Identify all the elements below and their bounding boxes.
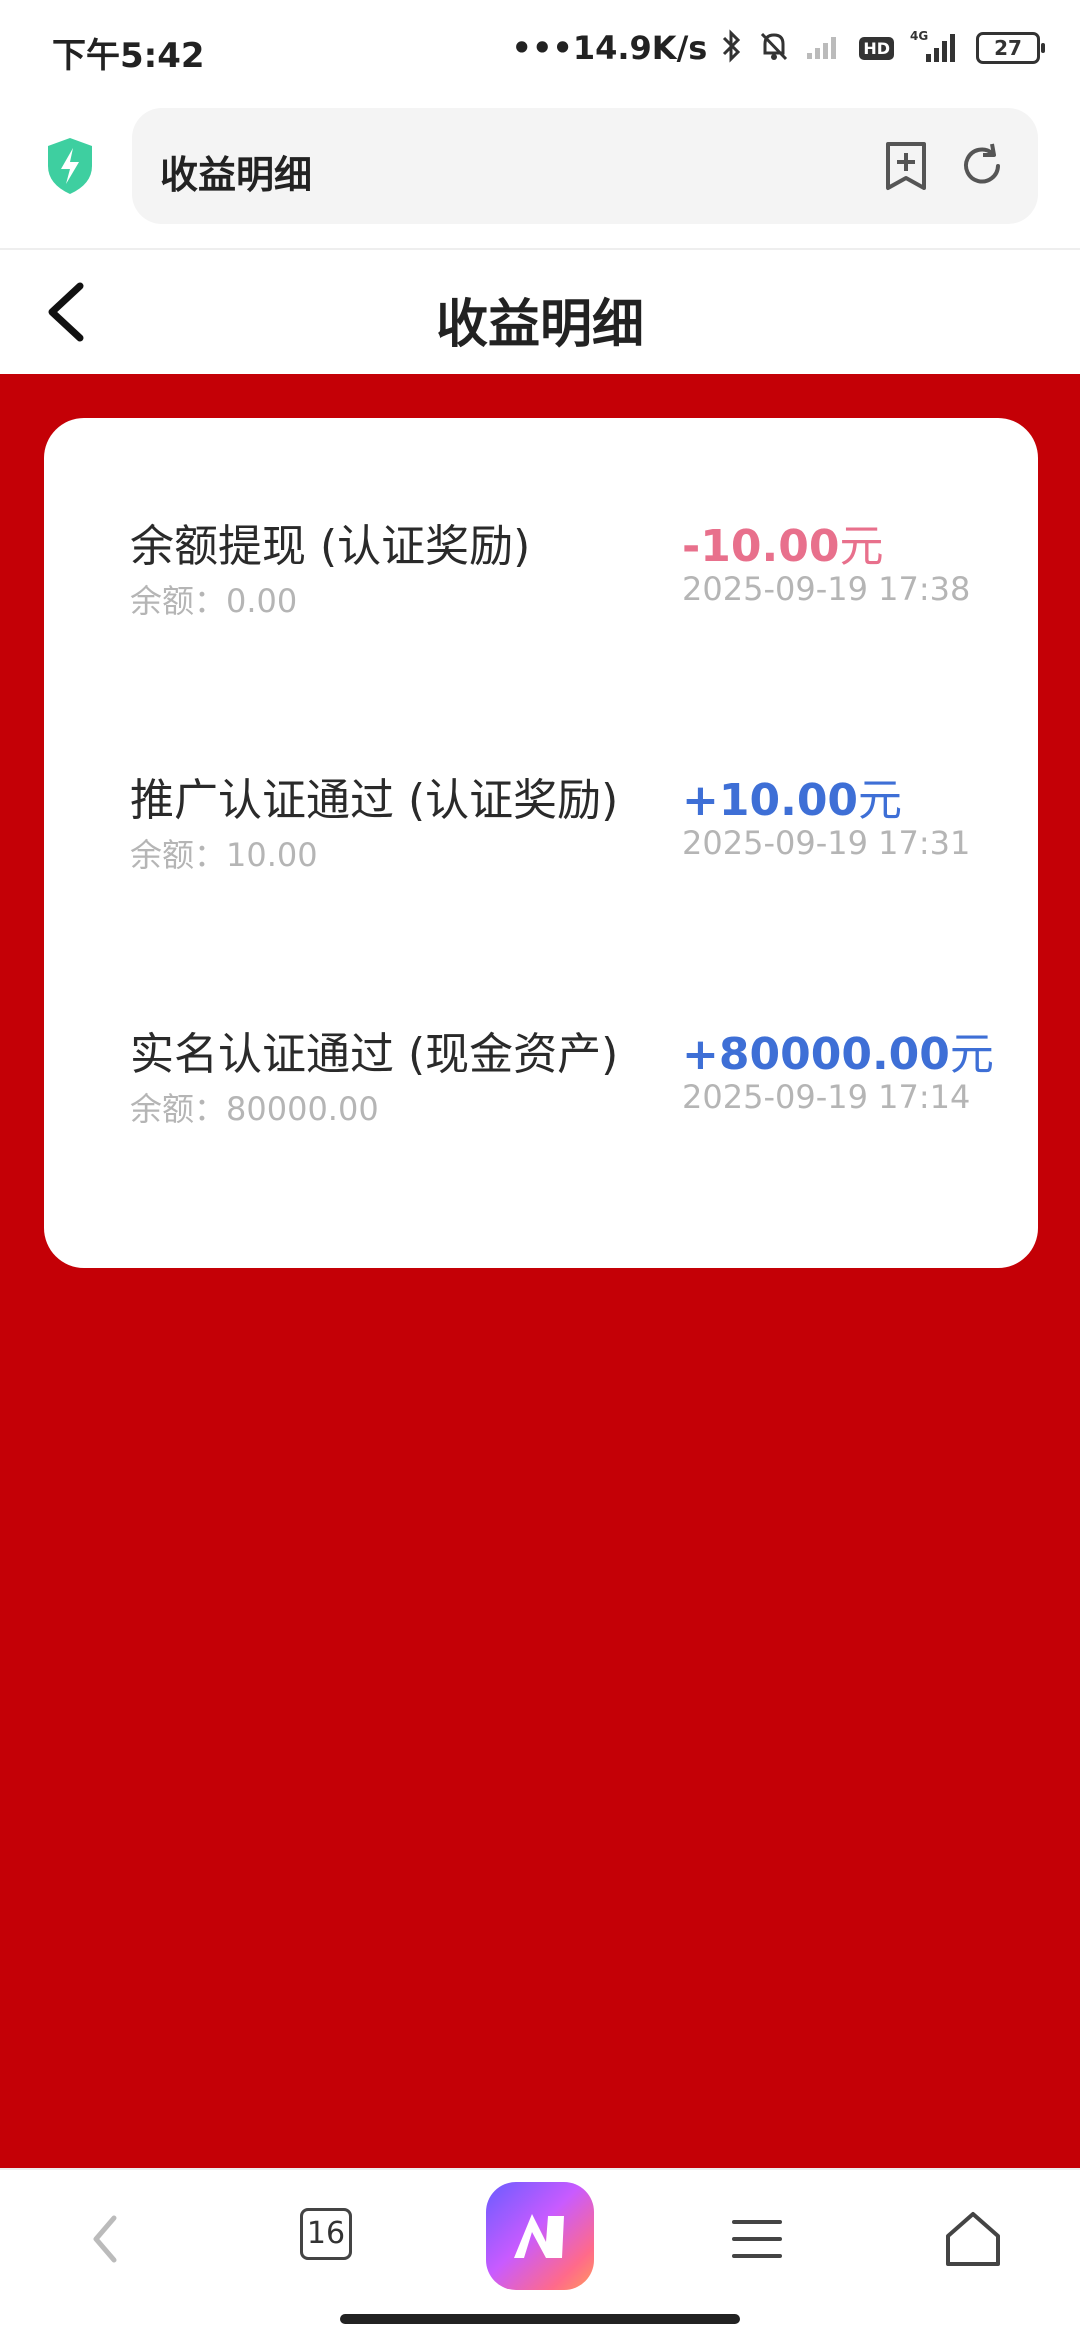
ai-assistant-icon[interactable] [486, 2182, 594, 2290]
amount-value: -10.00 [682, 521, 840, 572]
svg-text:4G: 4G [910, 29, 928, 43]
earnings-record[interactable]: 推广认证通过 (认证奖励) 余额：10.00 +10.00元 2025-09-1… [44, 764, 1038, 914]
record-balance: 余额：0.00 [130, 582, 298, 620]
network-speed: •••14.9K/s [511, 29, 708, 67]
browser-toolbar: 收益明细 [0, 100, 1080, 250]
earnings-record[interactable]: 余额提现 (认证奖励) 余额：0.00 -10.00元 2025-09-19 1… [44, 510, 1038, 660]
status-time: 下午5:42 [52, 36, 205, 76]
page-header: 收益明细 [0, 250, 1080, 374]
mute-bell-icon [757, 29, 791, 67]
bookmark-add-icon[interactable] [878, 138, 934, 194]
home-indicator[interactable] [340, 2314, 740, 2324]
record-title: 余额提现 (认证奖励) [130, 521, 531, 572]
address-bar[interactable]: 收益明细 [132, 108, 1038, 224]
record-time: 2025-09-19 17:31 [682, 824, 971, 862]
record-amount: -10.00元 [682, 510, 883, 574]
earnings-list-card: 余额提现 (认证奖励) 余额：0.00 -10.00元 2025-09-19 1… [44, 418, 1038, 1268]
amount-unit: 元 [949, 1029, 994, 1080]
amount-value: +10.00 [682, 775, 859, 826]
record-title: 推广认证通过 (认证奖励) [130, 775, 619, 826]
bluetooth-icon [721, 29, 743, 67]
amount-unit: 元 [858, 775, 903, 826]
record-time: 2025-09-19 17:38 [682, 570, 971, 608]
earnings-record[interactable]: 实名认证通过 (现金资产) 余额：80000.00 +80000.00元 202… [44, 1018, 1038, 1168]
tabs-icon[interactable]: 16 [300, 2208, 352, 2260]
record-amount: +80000.00元 [682, 1018, 994, 1082]
page-title: 收益明细 [435, 295, 644, 355]
signal-off-icon [805, 31, 845, 65]
record-title: 实名认证通过 (现金资产) [130, 1029, 619, 1080]
record-balance: 余额：80000.00 [130, 1090, 379, 1128]
signal-4g-icon: 4G [908, 28, 962, 68]
refresh-icon[interactable] [954, 138, 1010, 194]
status-icons: •••14.9K/s HD 4G 27 [511, 24, 1045, 72]
battery-icon: 27 [976, 32, 1045, 64]
status-bar: 下午5:42 •••14.9K/s HD 4G 27 [0, 0, 1080, 100]
amount-unit: 元 [839, 521, 884, 572]
menu-icon[interactable] [722, 2204, 792, 2274]
back-icon[interactable] [72, 2204, 142, 2274]
record-time: 2025-09-19 17:14 [682, 1078, 971, 1116]
record-amount: +10.00元 [682, 764, 902, 828]
home-icon[interactable] [938, 2204, 1008, 2274]
hd-badge: HD [859, 36, 894, 60]
shield-bolt-icon[interactable] [44, 136, 96, 196]
address-text[interactable]: 收益明细 [160, 144, 312, 199]
amount-value: +80000.00 [682, 1029, 950, 1080]
record-balance: 余额：10.00 [130, 836, 318, 874]
